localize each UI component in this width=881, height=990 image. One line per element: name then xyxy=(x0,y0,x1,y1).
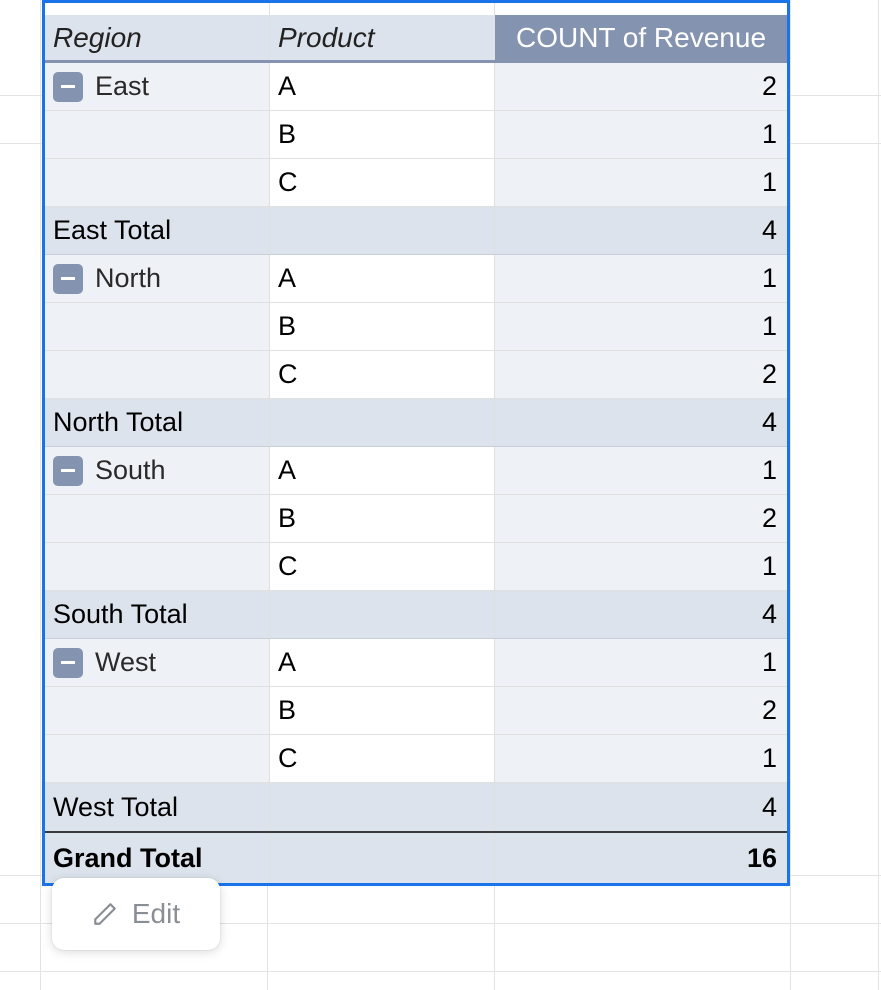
product-cell: B xyxy=(270,687,495,734)
subtotal-row[interactable]: West Total 4 xyxy=(45,783,787,831)
product-cell: A xyxy=(270,63,495,110)
region-label: West xyxy=(95,647,156,678)
subtotal-value: 4 xyxy=(495,207,787,254)
value-cell: 1 xyxy=(495,159,787,206)
value-cell: 2 xyxy=(495,351,787,398)
data-row[interactable]: C 2 xyxy=(45,351,787,399)
product-cell: C xyxy=(270,351,495,398)
data-row[interactable]: South A 1 xyxy=(45,447,787,495)
subtotal-label: West Total xyxy=(45,783,270,831)
header-region[interactable]: Region xyxy=(45,15,270,60)
value-cell: 1 xyxy=(495,111,787,158)
product-cell: A xyxy=(270,447,495,494)
grand-total-value: 16 xyxy=(495,833,787,883)
value-cell: 1 xyxy=(495,303,787,350)
grand-total-label: Grand Total xyxy=(45,833,270,883)
product-cell: C xyxy=(270,159,495,206)
data-row[interactable]: C 1 xyxy=(45,543,787,591)
product-cell: A xyxy=(270,639,495,686)
value-cell: 2 xyxy=(495,63,787,110)
grand-total-row[interactable]: Grand Total 16 xyxy=(45,833,787,883)
value-cell: 1 xyxy=(495,447,787,494)
product-cell: B xyxy=(270,303,495,350)
data-row[interactable]: East A 2 xyxy=(45,63,787,111)
subtotal-value: 4 xyxy=(495,399,787,446)
data-row[interactable]: B 2 xyxy=(45,495,787,543)
edit-label: Edit xyxy=(132,898,180,930)
product-cell: B xyxy=(270,111,495,158)
value-cell: 1 xyxy=(495,543,787,590)
collapse-icon[interactable] xyxy=(53,648,83,678)
subtotal-row[interactable]: East Total 4 xyxy=(45,207,787,255)
pencil-icon xyxy=(92,901,118,927)
subtotal-value: 4 xyxy=(495,591,787,638)
edit-pivot-button[interactable]: Edit xyxy=(52,878,220,950)
data-row[interactable]: West A 1 xyxy=(45,639,787,687)
subtotal-value: 4 xyxy=(495,783,787,831)
data-row[interactable]: C 1 xyxy=(45,735,787,783)
product-cell: B xyxy=(270,495,495,542)
value-cell: 1 xyxy=(495,639,787,686)
subtotal-row[interactable]: South Total 4 xyxy=(45,591,787,639)
value-cell: 1 xyxy=(495,735,787,782)
header-product[interactable]: Product xyxy=(270,15,495,60)
region-label: North xyxy=(95,263,161,294)
collapse-icon[interactable] xyxy=(53,456,83,486)
pivot-header-row: Region Product COUNT of Revenue xyxy=(45,15,787,63)
value-cell: 2 xyxy=(495,687,787,734)
subtotal-row[interactable]: North Total 4 xyxy=(45,399,787,447)
region-label: East xyxy=(95,71,149,102)
subtotal-label: East Total xyxy=(45,207,270,254)
region-label: South xyxy=(95,455,166,486)
value-cell: 2 xyxy=(495,495,787,542)
data-row[interactable]: B 1 xyxy=(45,303,787,351)
product-cell: C xyxy=(270,735,495,782)
product-cell: C xyxy=(270,543,495,590)
subtotal-label: North Total xyxy=(45,399,270,446)
data-row[interactable]: B 1 xyxy=(45,111,787,159)
subtotal-label: South Total xyxy=(45,591,270,638)
pivot-top-sliver xyxy=(45,3,787,15)
header-value[interactable]: COUNT of Revenue xyxy=(495,15,787,60)
product-cell: A xyxy=(270,255,495,302)
data-row[interactable]: C 1 xyxy=(45,159,787,207)
collapse-icon[interactable] xyxy=(53,72,83,102)
data-row[interactable]: North A 1 xyxy=(45,255,787,303)
pivot-table-selection[interactable]: Region Product COUNT of Revenue East A 2… xyxy=(42,0,790,886)
value-cell: 1 xyxy=(495,255,787,302)
data-row[interactable]: B 2 xyxy=(45,687,787,735)
collapse-icon[interactable] xyxy=(53,264,83,294)
